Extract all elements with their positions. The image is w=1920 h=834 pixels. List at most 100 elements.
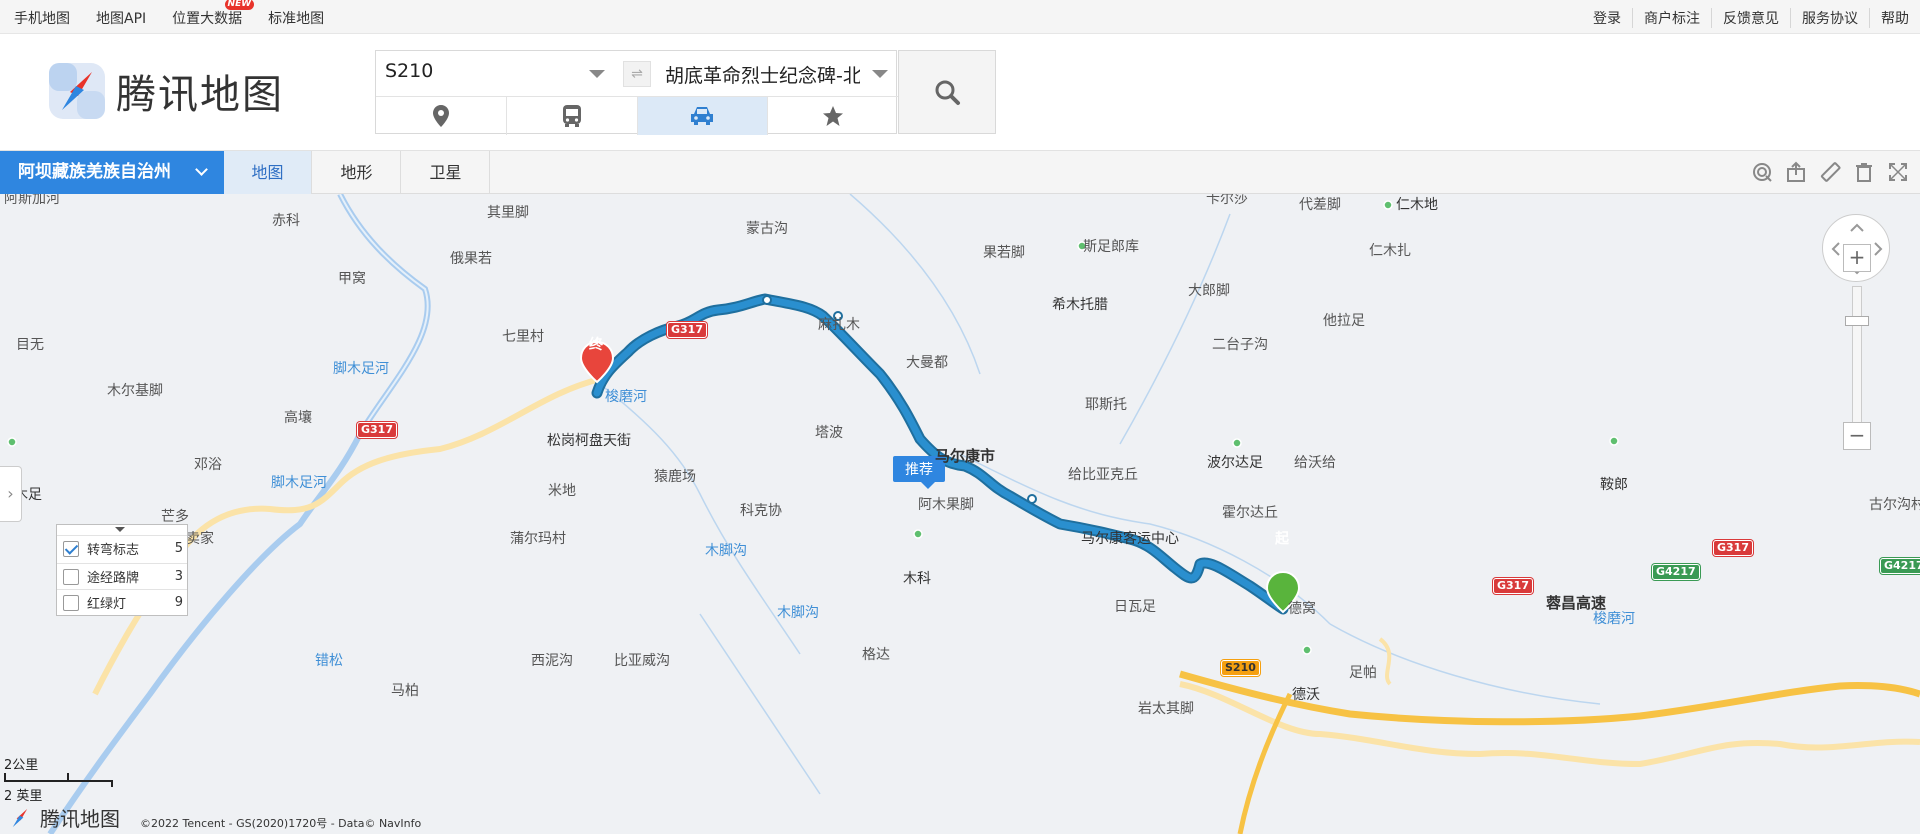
map-label: 果若脚 bbox=[983, 245, 1025, 261]
feedback-link[interactable]: 反馈意见 bbox=[1711, 8, 1790, 28]
legend-checkbox[interactable] bbox=[63, 540, 79, 557]
ranging-icon[interactable] bbox=[1751, 161, 1772, 183]
ruler-icon[interactable] bbox=[1819, 161, 1841, 183]
link-mobile-map[interactable]: 手机地图 bbox=[14, 8, 70, 28]
map-label: 卖家 bbox=[186, 531, 214, 547]
origin-dropdown-icon[interactable] bbox=[589, 70, 605, 78]
legend-row-turn-signs[interactable]: 转弯标志 5 bbox=[57, 535, 187, 561]
service-agreement-link[interactable]: 服务协议 bbox=[1790, 8, 1869, 28]
route-legend-panel: 转弯标志 5 途经路牌 3 红绿灯 9 bbox=[56, 524, 188, 616]
map-canvas[interactable]: 终 起 推荐 阿斯加河 赤科 其里脚 蒙古沟 卡尔莎 代差脚 仁木地 俄果若 果… bbox=[0, 194, 1920, 834]
map-label: 马尔康客运中心 bbox=[1081, 531, 1179, 547]
copyright-text: ©2022 Tencent - GS(2020)1720号 - Data© Na… bbox=[140, 817, 422, 830]
login-link[interactable]: 登录 bbox=[1582, 8, 1632, 28]
destination-dropdown-icon[interactable] bbox=[872, 70, 888, 78]
map-label: 耶斯托 bbox=[1085, 397, 1127, 413]
collapse-arrow-icon[interactable] bbox=[115, 527, 125, 532]
legend-checkbox[interactable] bbox=[63, 568, 79, 585]
link-map-api[interactable]: 地图API bbox=[96, 8, 146, 28]
map-label: 仁木地 bbox=[1396, 197, 1438, 213]
map-label: 蒲尔玛村 bbox=[510, 531, 566, 547]
map-label: 德窝 bbox=[1288, 601, 1316, 617]
map-label: 他拉足 bbox=[1323, 313, 1365, 329]
swap-route-button[interactable]: ⇌ bbox=[623, 61, 651, 87]
tab-map[interactable]: 地图 bbox=[224, 151, 312, 194]
side-panel-toggle[interactable]: › bbox=[0, 466, 22, 522]
map-tools bbox=[1751, 161, 1908, 183]
logo-compass-icon bbox=[48, 62, 106, 120]
legend-item-count: 3 bbox=[174, 569, 183, 584]
road-shield: G317 bbox=[1493, 578, 1533, 594]
map-label: 俄果若 bbox=[450, 251, 492, 267]
legend-checkbox[interactable] bbox=[63, 594, 79, 611]
zoom-slider-handle[interactable] bbox=[1845, 316, 1869, 326]
map-label: 鞍郎 bbox=[1600, 477, 1628, 493]
search-icon bbox=[935, 80, 960, 105]
zoom-out-button[interactable]: − bbox=[1843, 422, 1871, 450]
legend-row-traffic-lights[interactable]: 红绿灯 9 bbox=[57, 589, 187, 615]
star-icon bbox=[823, 106, 844, 126]
scale-bar: 2公里 2 英里 bbox=[4, 754, 116, 804]
trash-icon[interactable] bbox=[1853, 161, 1874, 183]
map-label: 甲窝 bbox=[338, 271, 366, 287]
share-icon[interactable] bbox=[1785, 161, 1806, 183]
map-label: 高壤 bbox=[284, 410, 312, 426]
tab-satellite[interactable]: 卫星 bbox=[402, 151, 490, 194]
map-label: 大曼都 bbox=[906, 355, 948, 371]
merchant-mark-link[interactable]: 商户标注 bbox=[1632, 8, 1711, 28]
map-label: 足帕 bbox=[1349, 665, 1377, 681]
search-button[interactable] bbox=[898, 50, 996, 134]
map-label: 霍尔达丘 bbox=[1222, 505, 1278, 521]
map-label: 塔波 bbox=[815, 425, 843, 441]
map-label: 梭磨河 bbox=[605, 389, 647, 405]
mode-bus[interactable] bbox=[507, 97, 638, 135]
map-label: 邓浴 bbox=[194, 457, 222, 473]
map-label: 大郎脚 bbox=[1188, 283, 1230, 299]
top-nav-right: 登录 商户标注 反馈意见 服务协议 帮助 bbox=[1582, 8, 1920, 28]
map-label: 目无 bbox=[16, 337, 44, 353]
map-label: 仁木扎 bbox=[1369, 243, 1411, 259]
help-link[interactable]: 帮助 bbox=[1869, 8, 1920, 28]
zoom-slider-track[interactable] bbox=[1852, 286, 1862, 426]
fullscreen-icon[interactable] bbox=[1887, 161, 1908, 183]
map-label: 米地 bbox=[548, 483, 576, 499]
road-shield: S210 bbox=[1221, 660, 1260, 676]
map-label: 波尔达足 bbox=[1207, 455, 1263, 471]
legend-item-name: 转弯标志 bbox=[87, 543, 140, 558]
map-label: 麻扎木 bbox=[818, 317, 860, 333]
link-standard-map[interactable]: 标准地图 bbox=[268, 8, 324, 28]
legend-row-road-signs[interactable]: 途经路牌 3 bbox=[57, 563, 187, 589]
start-marker-label[interactable]: 起 bbox=[1275, 528, 1289, 548]
map-label: 阿斯加河 bbox=[4, 194, 60, 207]
travel-mode-tabs bbox=[376, 97, 898, 135]
origin-input[interactable]: S210 bbox=[385, 60, 585, 82]
map-label: 二台子沟 bbox=[1212, 337, 1268, 353]
destination-input[interactable]: 胡底革命烈士纪念碑-北 bbox=[665, 61, 860, 87]
road-shield: G317 bbox=[1713, 540, 1753, 556]
mode-location[interactable] bbox=[376, 97, 507, 135]
tab-terrain[interactable]: 地形 bbox=[313, 151, 401, 194]
top-nav-left: 手机地图 地图API 位置大数据 NEW 标准地图 bbox=[14, 0, 350, 28]
city-name: 阿坝藏族羌族自治州 bbox=[18, 162, 171, 182]
end-marker-label[interactable]: 终 bbox=[589, 334, 603, 354]
map-label: 古尔沟村 bbox=[1869, 497, 1920, 513]
mode-car[interactable] bbox=[637, 97, 769, 135]
map-label: 西泥沟 bbox=[531, 653, 573, 669]
road-shield: G4217 bbox=[1880, 558, 1920, 574]
logo[interactable]: 腾讯地图 bbox=[48, 62, 284, 120]
map-label: 希木托腊 bbox=[1052, 297, 1108, 313]
map-label: 木脚沟 bbox=[705, 543, 747, 559]
bus-icon bbox=[562, 105, 581, 127]
link-location-bigdata[interactable]: 位置大数据 NEW bbox=[172, 0, 255, 28]
mode-favorites[interactable] bbox=[768, 97, 898, 135]
map-label: 梭磨河 bbox=[1593, 611, 1635, 627]
footer-logo: 腾讯地图 bbox=[6, 803, 120, 832]
chevron-down-icon bbox=[195, 163, 208, 176]
city-selector[interactable]: 阿坝藏族羌族自治州 bbox=[0, 151, 224, 194]
map-label: 卡尔莎 bbox=[1206, 194, 1248, 207]
map-label: 脚木足河 bbox=[333, 361, 389, 377]
map-label: 木尔基脚 bbox=[107, 383, 163, 399]
map-label: 马尔康市 bbox=[935, 447, 996, 465]
zoom-in-button[interactable]: + bbox=[1843, 244, 1871, 272]
map-label: 猿鹿场 bbox=[654, 469, 696, 485]
